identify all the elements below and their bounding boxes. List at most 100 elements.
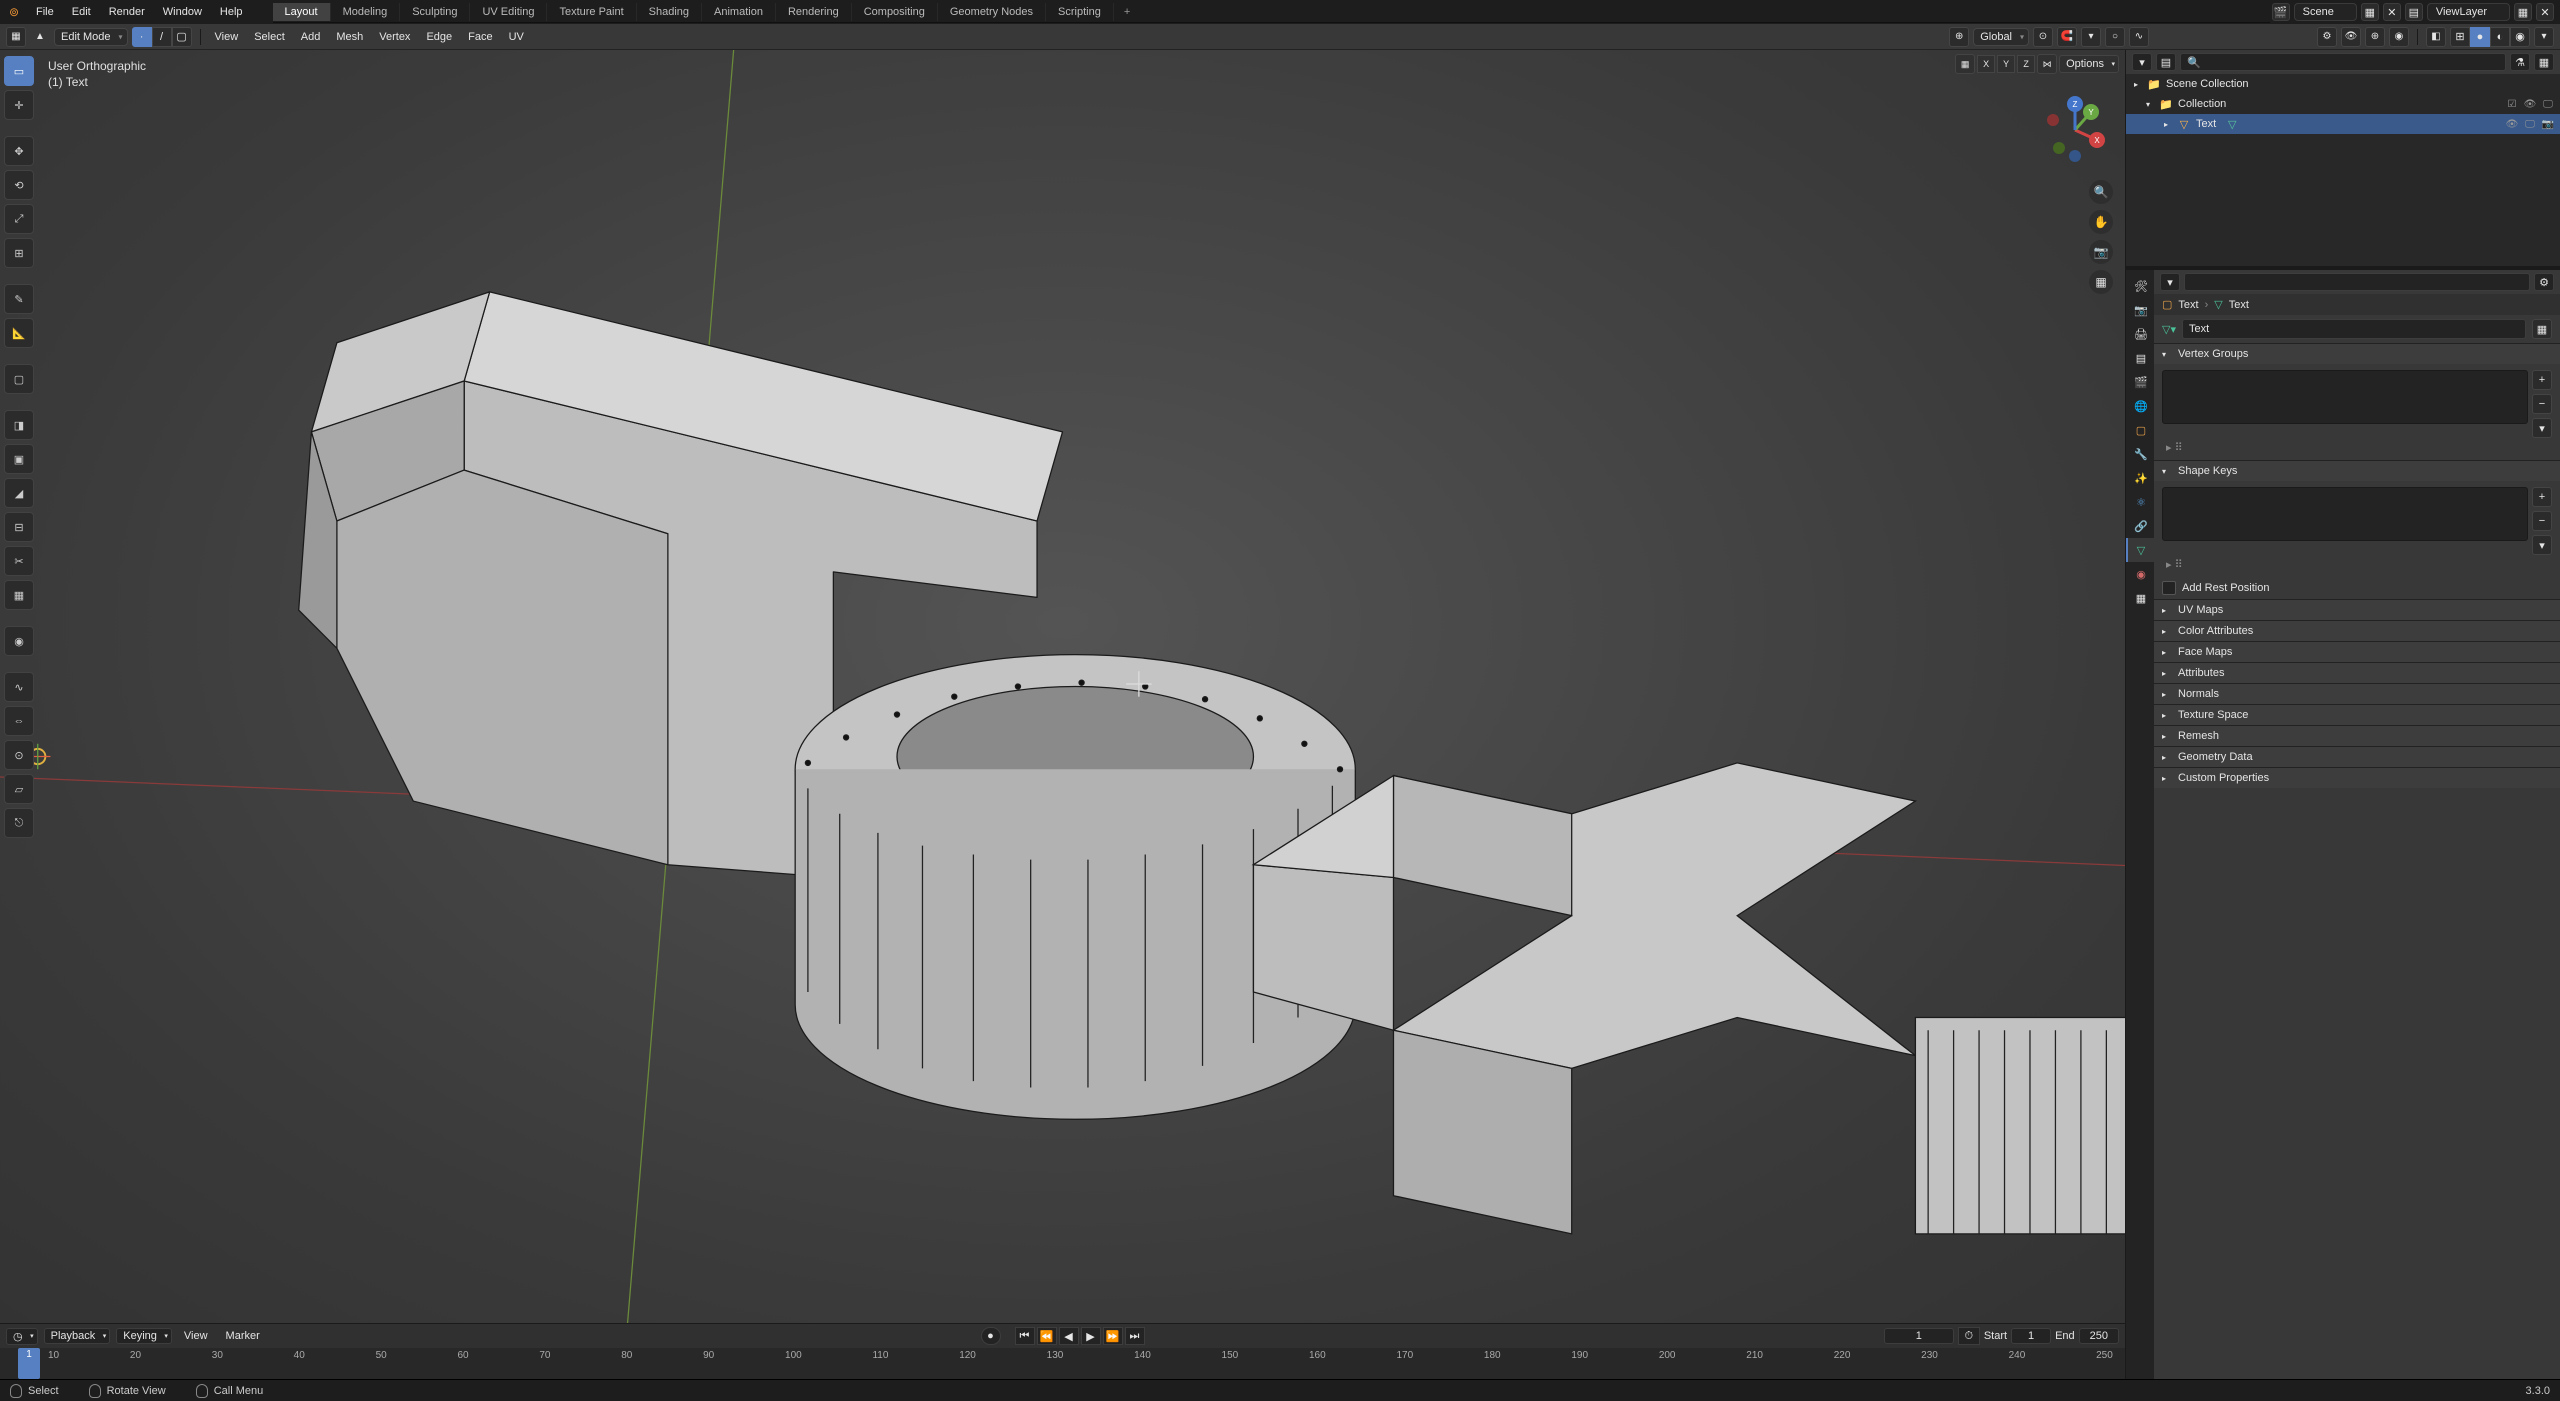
section-attributes[interactable]: ▸Attributes [2154, 662, 2560, 683]
playhead[interactable]: 1 [18, 1348, 40, 1379]
tab-output[interactable]: 🖨 [2126, 322, 2154, 346]
workspace-geometry-nodes[interactable]: Geometry Nodes [938, 3, 1046, 21]
tab-material[interactable]: ◉ [2126, 562, 2154, 586]
viewport-options-dropdown[interactable]: Options [2059, 55, 2119, 73]
jump-start[interactable]: ⏮ [1015, 1327, 1035, 1345]
object-hide-toggle[interactable]: 👁 [2504, 116, 2520, 132]
tool-extrude[interactable]: ◨ [4, 410, 34, 440]
grid-button[interactable]: ▦ [2089, 270, 2113, 294]
viewlayer-new-button[interactable]: ▦ [2514, 3, 2532, 21]
section-color-attributes[interactable]: ▸Color Attributes [2154, 620, 2560, 641]
outliner-display-mode[interactable]: ▤ [2156, 53, 2176, 71]
tool-inset[interactable]: ▣ [4, 444, 34, 474]
tool-edge-slide[interactable]: ⇔ [4, 706, 34, 736]
properties-options[interactable]: ⚙ [2534, 273, 2554, 291]
section-geometry-data[interactable]: ▸Geometry Data [2154, 746, 2560, 767]
current-frame-field[interactable]: 1 [1884, 1328, 1954, 1344]
collection-exclude-toggle[interactable]: ☑ [2504, 96, 2520, 112]
vertex-group-add[interactable]: + [2532, 370, 2552, 390]
tab-scene[interactable]: 🎬 [2126, 370, 2154, 394]
properties-search[interactable] [2184, 273, 2530, 291]
section-custom-props[interactable]: ▸Custom Properties [2154, 767, 2560, 788]
object-render-toggle[interactable]: 📷 [2540, 116, 2556, 132]
play-forward[interactable]: ▶ [1081, 1327, 1101, 1345]
tool-rotate[interactable]: ⟲ [4, 170, 34, 200]
tab-particles[interactable]: ✨ [2126, 466, 2154, 490]
jump-prevkey[interactable]: ⏪ [1037, 1327, 1057, 1345]
jump-end[interactable]: ⏭ [1125, 1327, 1145, 1345]
tool-select-box[interactable]: ▭ [4, 56, 34, 86]
section-uv-maps[interactable]: ▸UV Maps [2154, 599, 2560, 620]
scene-new-button[interactable]: ▦ [2361, 3, 2379, 21]
vertex-group-remove[interactable]: − [2532, 394, 2552, 414]
section-texture-space[interactable]: ▸Texture Space [2154, 704, 2560, 725]
menu-window[interactable]: Window [155, 3, 210, 21]
tool-move[interactable]: ✥ [4, 136, 34, 166]
outliner-search[interactable]: 🔍 [2180, 53, 2506, 71]
proportional-type[interactable]: ∿ [2129, 27, 2149, 47]
outliner-collection[interactable]: ▾📁 Collection ☑ 👁 🖵 [2126, 94, 2560, 114]
tab-object[interactable]: ▢ [2126, 418, 2154, 442]
menu-edit[interactable]: Edit [64, 3, 99, 21]
timeline-keying-dropdown[interactable]: Keying [116, 1328, 172, 1344]
viewlayer-delete-button[interactable]: ✕ [2536, 3, 2554, 21]
tool-rip[interactable]: ⎋ [4, 808, 34, 838]
outliner-filter-button[interactable]: ⚗ [2510, 53, 2530, 71]
workspace-texture-paint[interactable]: Texture Paint [547, 3, 636, 21]
scene-browse-button[interactable]: 🎬 [2272, 3, 2290, 21]
header-add[interactable]: Add [295, 29, 327, 45]
timeline-marker[interactable]: Marker [220, 1328, 266, 1344]
snap-dropdown[interactable]: ▾ [2081, 27, 2101, 47]
object-data-browse[interactable]: ▦ [2532, 319, 2552, 339]
header-view[interactable]: View [209, 29, 245, 45]
mirror-y[interactable]: Y [1997, 55, 2015, 73]
viewlayer-name-field[interactable]: ViewLayer [2427, 3, 2510, 21]
frame-range-icon[interactable]: ⏱ [1958, 1327, 1980, 1345]
tool-loop-cut[interactable]: ⊟ [4, 512, 34, 542]
header-mesh[interactable]: Mesh [330, 29, 369, 45]
mode-dropdown[interactable]: Edit Mode [54, 28, 128, 46]
workspace-animation[interactable]: Animation [702, 3, 776, 21]
tab-modifier[interactable]: 🔧 [2126, 442, 2154, 466]
workspace-shading[interactable]: Shading [637, 3, 702, 21]
timeline-track[interactable]: 1 102030 405060 708090 100110120 1301401… [0, 1348, 2125, 1379]
tab-tool[interactable]: 🛠 [2126, 274, 2154, 298]
jump-nextkey[interactable]: ⏩ [1103, 1327, 1123, 1345]
rendered-shading[interactable]: ◉ [2510, 27, 2530, 47]
tool-shrink[interactable]: ⊙ [4, 740, 34, 770]
properties-editor-type[interactable]: ▾ [2160, 273, 2180, 291]
section-normals[interactable]: ▸Normals [2154, 683, 2560, 704]
pan-button[interactable]: ✋ [2089, 210, 2113, 234]
end-frame-field[interactable]: 250 [2079, 1328, 2119, 1344]
workspace-add-button[interactable]: + [1114, 3, 1140, 21]
tool-shear[interactable]: ▱ [4, 774, 34, 804]
shape-key-add[interactable]: + [2532, 487, 2552, 507]
timeline-view[interactable]: View [178, 1328, 214, 1344]
collection-hide-toggle[interactable]: 👁 [2522, 96, 2538, 112]
tool-scale[interactable]: ⤢ [4, 204, 34, 234]
solid-shading[interactable]: ● [2470, 27, 2490, 47]
automerge-toggle[interactable]: ⋈ [2037, 54, 2057, 74]
start-frame-field[interactable]: 1 [2011, 1328, 2051, 1344]
timeline-playback-dropdown[interactable]: Playback [44, 1328, 111, 1344]
tool-cursor[interactable]: ✛ [4, 90, 34, 120]
workspace-modeling[interactable]: Modeling [331, 3, 401, 21]
tab-physics[interactable]: ⚛ [2126, 490, 2154, 514]
add-rest-position-checkbox[interactable] [2162, 581, 2176, 595]
object-disable-toggle[interactable]: 🖵 [2522, 116, 2538, 132]
face-select-mode[interactable]: ▢ [172, 27, 192, 47]
tool-add-cube[interactable]: ▢ [4, 364, 34, 394]
workspace-layout[interactable]: Layout [273, 3, 331, 21]
menu-help[interactable]: Help [212, 3, 251, 21]
tool-transform[interactable]: ⊞ [4, 238, 34, 268]
orientation-dropdown[interactable]: Global [1973, 28, 2029, 46]
vertex-group-specials[interactable]: ▾ [2532, 418, 2552, 438]
header-select[interactable]: Select [248, 29, 291, 45]
workspace-compositing[interactable]: Compositing [852, 3, 938, 21]
selectability-toggle[interactable]: ▦ [1955, 54, 1975, 74]
header-vertex[interactable]: Vertex [373, 29, 416, 45]
proportional-edit[interactable]: ○ [2105, 27, 2125, 47]
tool-smooth[interactable]: ∿ [4, 672, 34, 702]
outliner-editor-type[interactable]: ▾ [2132, 53, 2152, 71]
scene-name-field[interactable]: Scene [2294, 3, 2357, 21]
